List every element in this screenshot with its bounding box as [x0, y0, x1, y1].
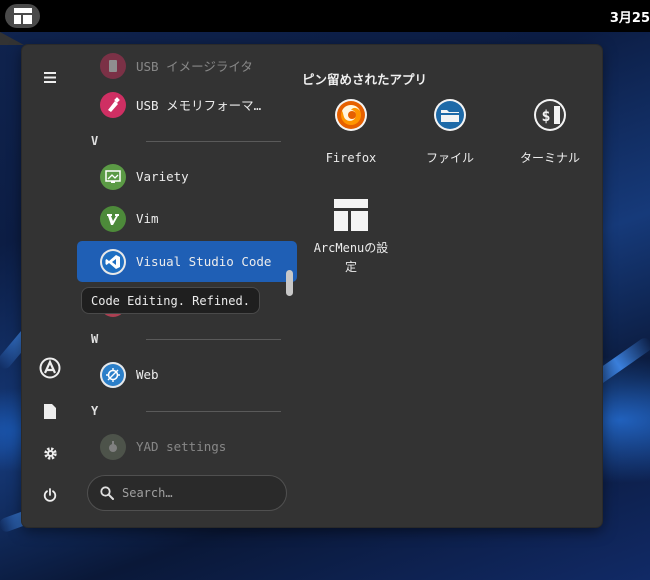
web-browser-icon	[100, 361, 126, 388]
usb-stick-formatter-icon	[100, 91, 126, 118]
user-avatar-icon	[39, 357, 61, 379]
app-label: USB イメージライタ	[136, 59, 253, 74]
section-letter: V	[91, 134, 99, 148]
section-header-y: Y	[91, 403, 281, 419]
app-item-yad-settings[interactable]: YAD settings	[77, 426, 297, 465]
files-icon	[432, 97, 468, 133]
section-divider	[146, 141, 281, 142]
app-item-variety[interactable]: Variety	[77, 156, 297, 197]
yad-settings-icon	[100, 433, 126, 460]
pinned-app-label: ターミナル	[519, 151, 580, 165]
arcmenu-layout-icon	[13, 8, 32, 24]
pinned-app-arcmenu-settings[interactable]: ArcMenuの設 定	[303, 197, 399, 277]
section-letter: Y	[91, 404, 99, 418]
pinned-apps-title: ピン留めされたアプリ	[302, 72, 428, 87]
pinned-app-terminal[interactable]: $ ターミナル	[502, 97, 598, 177]
pinned-app-firefox[interactable]: Firefox	[303, 97, 399, 177]
search-box[interactable]	[87, 475, 287, 511]
app-label: Visual Studio Code	[136, 254, 272, 269]
svg-text:$: $	[541, 107, 550, 125]
app-label: USB メモリフォーマ…	[136, 98, 262, 113]
app-label: YAD settings	[136, 439, 227, 454]
settings-gear-icon	[43, 446, 57, 460]
top-bar: 3月25	[0, 0, 650, 32]
arcmenu-button[interactable]	[5, 4, 40, 28]
app-tooltip: Code Editing. Refined.	[81, 287, 260, 314]
app-item-vim[interactable]: Vim	[77, 198, 297, 239]
settings-button[interactable]	[35, 438, 65, 468]
pinned-app-label: Firefox	[325, 151, 377, 165]
search-input[interactable]	[122, 486, 272, 500]
app-item-usb-stick-formatter[interactable]: USB メモリフォーマ…	[77, 84, 297, 125]
pinned-app-label-line1: ArcMenuの設	[313, 241, 389, 255]
usb-image-writer-icon	[100, 52, 126, 79]
pinned-app-label: ファイル	[425, 151, 474, 165]
app-item-web[interactable]: Web	[77, 354, 297, 395]
pinned-app-label-line2: 定	[344, 260, 357, 274]
section-header-w: W	[91, 331, 281, 347]
search-icon	[100, 486, 114, 500]
hamburger-menu-icon	[44, 71, 56, 83]
vscode-icon	[100, 248, 126, 275]
hamburger-menu-button[interactable]	[35, 62, 65, 92]
power-icon	[43, 488, 57, 502]
app-list-scrollbar[interactable]	[286, 270, 293, 296]
section-divider	[146, 411, 281, 412]
section-divider	[146, 339, 281, 340]
app-item-usb-image-writer[interactable]: USB イメージライタ	[77, 45, 297, 86]
app-label: Vim	[136, 211, 159, 226]
pinned-app-files[interactable]: ファイル	[402, 97, 498, 177]
variety-icon	[100, 163, 126, 190]
app-label: Variety	[136, 169, 189, 184]
terminal-icon: $	[532, 97, 568, 133]
power-button[interactable]	[35, 480, 65, 510]
arcmenu-settings-icon	[333, 197, 369, 233]
section-header-v: V	[91, 133, 281, 149]
app-label: Web	[136, 367, 159, 382]
documents-button[interactable]	[35, 396, 65, 426]
firefox-icon	[333, 97, 369, 133]
documents-icon	[44, 403, 56, 419]
app-item-visual-studio-code[interactable]: Visual Studio Code	[77, 241, 297, 282]
clock[interactable]: 3月25	[610, 7, 650, 26]
section-letter: W	[91, 332, 99, 346]
user-button[interactable]	[35, 353, 65, 383]
vim-icon	[100, 205, 126, 232]
application-list[interactable]: USB イメージライタ USB メモリフォーマ… V Variety Vim V…	[76, 45, 298, 465]
